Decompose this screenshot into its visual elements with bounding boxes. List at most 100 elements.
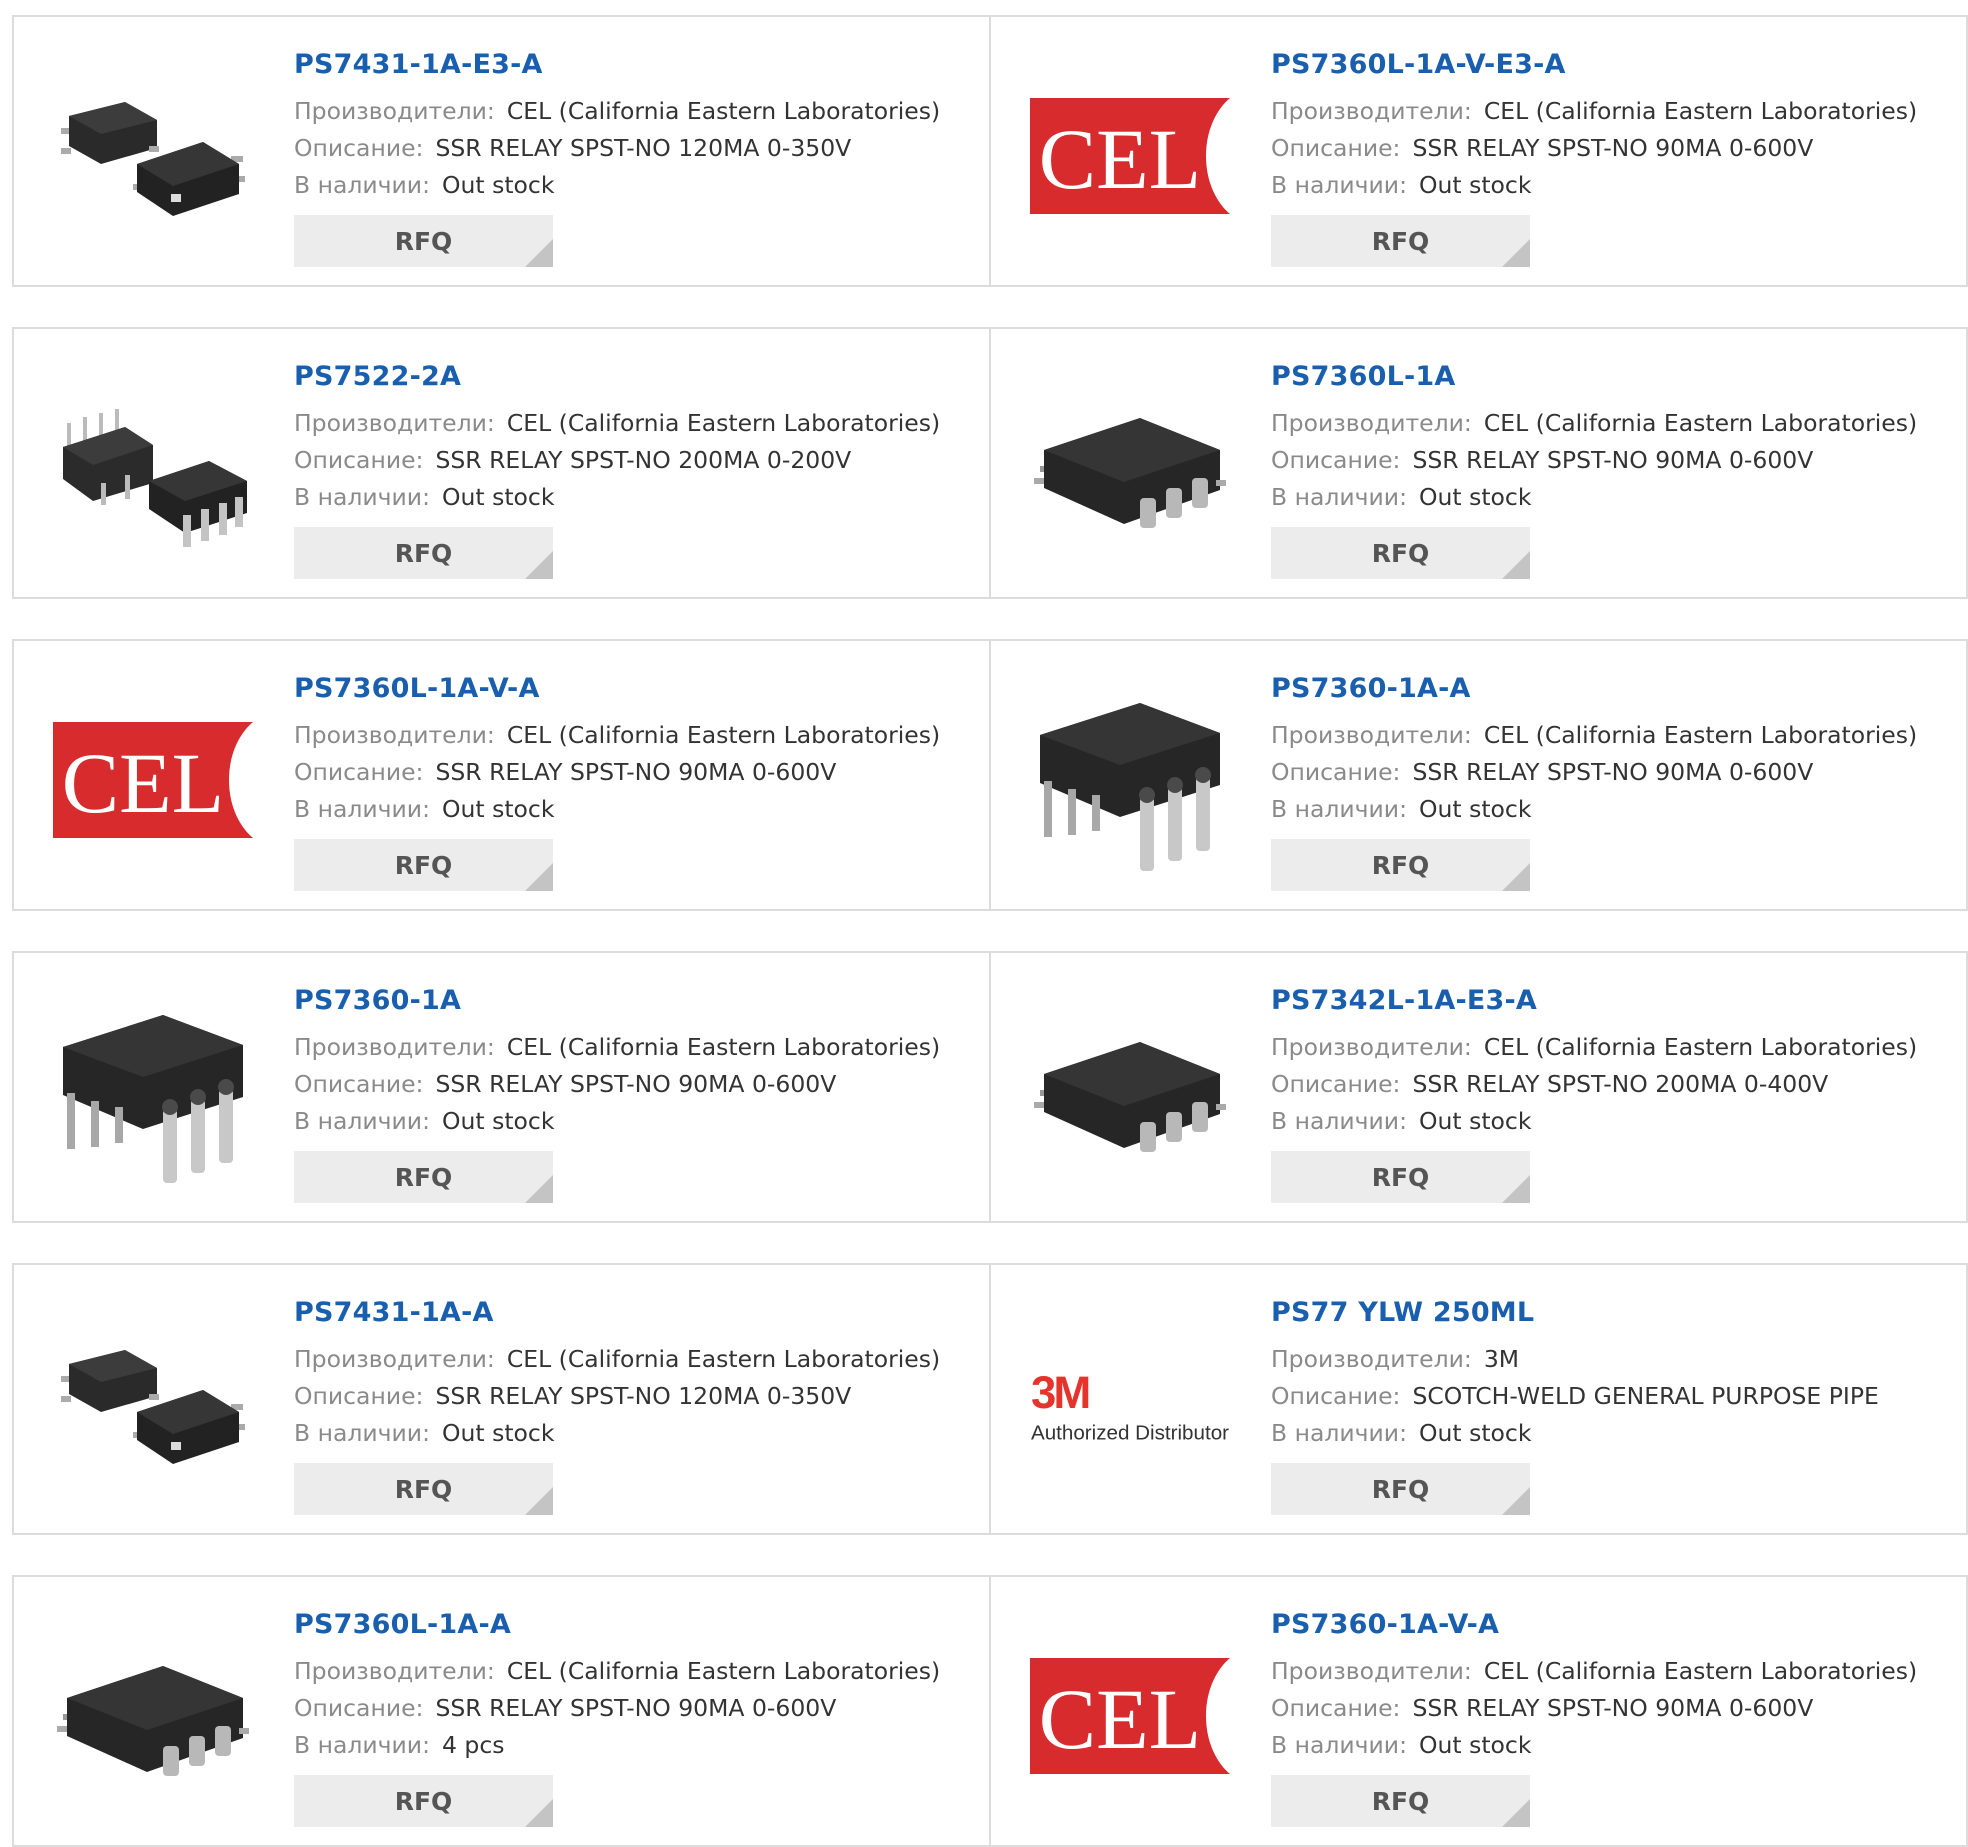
stock-value: Out stock	[442, 483, 555, 511]
manufacturer-line: Производители: CEL (California Eastern La…	[294, 93, 979, 130]
product-card: PS7342L-1A-E3-A Производители: CEL (Calif…	[989, 951, 1968, 1223]
part-number-link[interactable]: PS7360-1A-A	[1271, 671, 1956, 707]
manufacturer-label: Производители:	[294, 409, 495, 437]
stock-label: В наличии:	[294, 795, 430, 823]
stock-line: В наличии: Out stock	[1271, 1103, 1956, 1140]
dip-pair-icon[interactable]	[52, 367, 254, 569]
dip-6pin-icon[interactable]	[1029, 679, 1231, 881]
manufacturer-label: Производители:	[1271, 1345, 1472, 1373]
cel-logo[interactable]: CEL	[1029, 1615, 1231, 1817]
rfq-button[interactable]: RFQ	[1271, 839, 1530, 891]
rfq-button[interactable]: RFQ	[294, 215, 553, 267]
part-number-link[interactable]: PS7360-1A	[294, 983, 979, 1019]
stock-label: В наличии:	[294, 171, 430, 199]
description-value: SCOTCH-WELD GENERAL PURPOSE PIPE	[1412, 1382, 1879, 1410]
description-label: Описание:	[294, 758, 424, 786]
product-card: PS7360L-1A Производители: CEL (California…	[989, 327, 1968, 599]
product-row: PS7522-2A Производители: CEL (California …	[12, 327, 1968, 599]
rfq-label: RFQ	[1371, 1162, 1430, 1192]
corner-fold-icon	[1502, 239, 1530, 267]
product-card: PS7431-1A-E3-A Производители: CEL (Califo…	[12, 15, 991, 287]
stock-label: В наличии:	[294, 1107, 430, 1135]
rfq-button[interactable]: RFQ	[294, 1775, 553, 1827]
cel-logo[interactable]: CEL	[1029, 55, 1231, 257]
rfq-button[interactable]: RFQ	[1271, 1775, 1530, 1827]
manufacturer-line: Производители: 3M	[1271, 1341, 1956, 1378]
corner-fold-icon	[525, 1487, 553, 1515]
part-number-link[interactable]: PS7360L-1A-V-E3-A	[1271, 47, 1956, 83]
manufacturer-value: CEL (California Eastern Laboratories)	[506, 409, 941, 437]
smd-6pin-icon[interactable]	[52, 1615, 254, 1817]
product-info: PS7342L-1A-E3-A Производители: CEL (Calif…	[1271, 983, 1956, 1140]
description-label: Описание:	[294, 1382, 424, 1410]
corner-fold-icon	[1502, 1799, 1530, 1827]
stock-label: В наличии:	[294, 1731, 430, 1759]
description-line: Описание: SSR RELAY SPST-NO 200MA 0-200V	[294, 442, 979, 479]
description-value: SSR RELAY SPST-NO 90MA 0-600V	[1412, 758, 1814, 786]
part-number-link[interactable]: PS7431-1A-A	[294, 1295, 979, 1331]
part-number-link[interactable]: PS7360L-1A-V-A	[294, 671, 979, 707]
part-number-link[interactable]: PS77 YLW 250ML	[1271, 1295, 1956, 1331]
rfq-label: RFQ	[1371, 850, 1430, 880]
part-number-link[interactable]: PS7342L-1A-E3-A	[1271, 983, 1956, 1019]
manufacturer-value: 3M	[1483, 1345, 1520, 1373]
rfq-button[interactable]: RFQ	[1271, 1463, 1530, 1515]
product-info: PS77 YLW 250ML Производители: 3M Описание…	[1271, 1295, 1956, 1452]
stock-label: В наличии:	[1271, 171, 1407, 199]
rfq-button[interactable]: RFQ	[294, 1463, 553, 1515]
cel-logo-text: CEL	[62, 735, 224, 831]
manufacturer-label: Производители:	[294, 1657, 495, 1685]
smd-6pin-icon[interactable]	[1029, 367, 1231, 569]
stock-label: В наличии:	[294, 483, 430, 511]
product-info: PS7360L-1A Производители: CEL (California…	[1271, 359, 1956, 516]
stock-label: В наличии:	[1271, 1107, 1407, 1135]
manufacturer-value: CEL (California Eastern Laboratories)	[1483, 97, 1918, 125]
part-number-link[interactable]: PS7360L-1A-A	[294, 1607, 979, 1643]
description-label: Описание:	[294, 134, 424, 162]
rfq-button[interactable]: RFQ	[1271, 1151, 1530, 1203]
description-label: Описание:	[1271, 446, 1401, 474]
smd-4pin-pair-icon[interactable]	[52, 1303, 254, 1505]
rfq-button[interactable]: RFQ	[1271, 215, 1530, 267]
part-number-link[interactable]: PS7522-2A	[294, 359, 979, 395]
product-row: PS7360-1A Производители: CEL (California …	[12, 951, 1968, 1223]
corner-fold-icon	[525, 1175, 553, 1203]
stock-line: В наличии: Out stock	[1271, 1727, 1956, 1764]
description-label: Описание:	[1271, 1070, 1401, 1098]
manufacturer-line: Производители: CEL (California Eastern La…	[1271, 1029, 1956, 1066]
cel-logo[interactable]: CEL	[52, 679, 254, 881]
3m-logo[interactable]: 3M Authorized Distributor	[1029, 1303, 1231, 1505]
description-line: Описание: SSR RELAY SPST-NO 90MA 0-600V	[1271, 442, 1956, 479]
rfq-button[interactable]: RFQ	[294, 1151, 553, 1203]
product-card: CEL PS7360-1A-V-A Производители: CEL (Cal…	[989, 1575, 1968, 1847]
rfq-button[interactable]: RFQ	[294, 839, 553, 891]
description-line: Описание: SSR RELAY SPST-NO 90MA 0-600V	[1271, 130, 1956, 167]
corner-fold-icon	[525, 239, 553, 267]
part-number-link[interactable]: PS7360-1A-V-A	[1271, 1607, 1956, 1643]
rfq-label: RFQ	[1371, 1474, 1430, 1504]
stock-line: В наличии: Out stock	[1271, 479, 1956, 516]
manufacturer-value: CEL (California Eastern Laboratories)	[506, 1033, 941, 1061]
product-card: PS7431-1A-A Производители: CEL (Californi…	[12, 1263, 991, 1535]
product-card: CEL PS7360L-1A-V-A Производители: CEL (Ca…	[12, 639, 991, 911]
description-value: SSR RELAY SPST-NO 90MA 0-600V	[435, 1070, 837, 1098]
rfq-label: RFQ	[394, 850, 453, 880]
description-line: Описание: SSR RELAY SPST-NO 90MA 0-600V	[294, 754, 979, 791]
description-line: Описание: SSR RELAY SPST-NO 90MA 0-600V	[294, 1066, 979, 1103]
smd-6pin-icon[interactable]	[1029, 991, 1231, 1193]
manufacturer-value: CEL (California Eastern Laboratories)	[1483, 721, 1918, 749]
description-line: Описание: SSR RELAY SPST-NO 90MA 0-600V	[294, 1690, 979, 1727]
stock-value: Out stock	[1419, 483, 1532, 511]
part-number-link[interactable]: PS7431-1A-E3-A	[294, 47, 979, 83]
dip-6pin-icon[interactable]	[52, 991, 254, 1193]
rfq-button[interactable]: RFQ	[294, 527, 553, 579]
part-number-link[interactable]: PS7360L-1A	[1271, 359, 1956, 395]
manufacturer-label: Производители:	[294, 97, 495, 125]
product-info: PS7360L-1A-V-E3-A Производители: CEL (Cal…	[1271, 47, 1956, 204]
description-label: Описание:	[1271, 1694, 1401, 1722]
stock-line: В наличии: 4 pcs	[294, 1727, 979, 1764]
product-card: PS7360-1A Производители: CEL (California …	[12, 951, 991, 1223]
cel-logo-text: CEL	[1039, 1671, 1201, 1767]
smd-4pin-pair-icon[interactable]	[52, 55, 254, 257]
rfq-button[interactable]: RFQ	[1271, 527, 1530, 579]
